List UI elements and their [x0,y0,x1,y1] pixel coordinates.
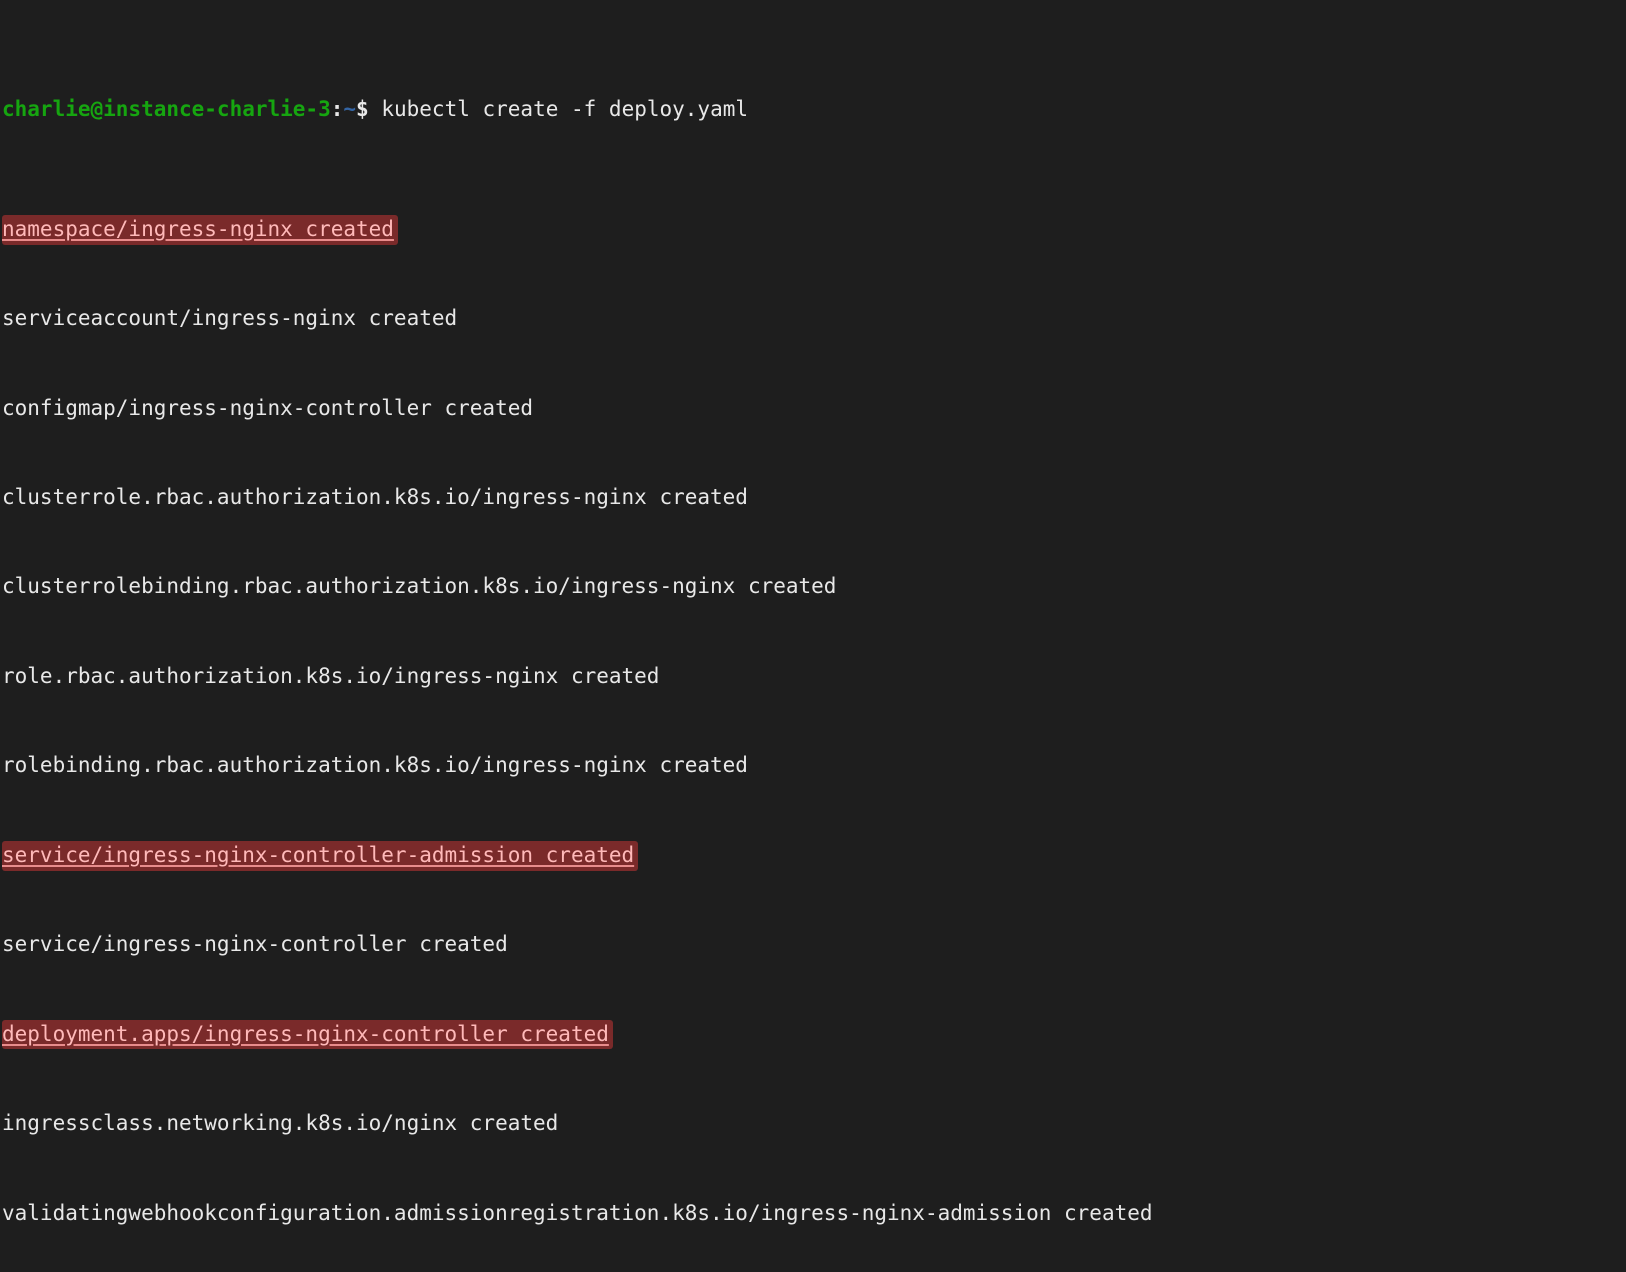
command-line: charlie@instance-charlie-3:~$ kubectl cr… [2,95,1626,125]
output-line: namespace/ingress-nginx created [2,215,1626,245]
output-text: serviceaccount/ingress-nginx created [2,306,457,330]
output-text: service/ingress-nginx-controller-admissi… [2,841,638,871]
output-line: rolebinding.rbac.authorization.k8s.io/in… [2,751,1626,781]
prompt-user-host: charlie@instance-charlie-3 [2,97,331,121]
output-line: role.rbac.authorization.k8s.io/ingress-n… [2,662,1626,692]
output-line: validatingwebhookconfiguration.admission… [2,1199,1626,1229]
output-line: clusterrolebinding.rbac.authorization.k8… [2,572,1626,602]
output-line: clusterrole.rbac.authorization.k8s.io/in… [2,483,1626,513]
prompt-tilde: ~ [343,97,356,121]
terminal-window[interactable]: charlie@instance-charlie-3:~$ kubectl cr… [0,0,1626,1272]
output-text: rolebinding.rbac.authorization.k8s.io/in… [2,753,748,777]
output-text: configmap/ingress-nginx-controller creat… [2,396,533,420]
output-text: deployment.apps/ingress-nginx-controller… [2,1020,613,1050]
output-line: configmap/ingress-nginx-controller creat… [2,394,1626,424]
output-text: service/ingress-nginx-controller created [2,932,508,956]
output-text: ingressclass.networking.k8s.io/nginx cre… [2,1111,558,1135]
output-line: deployment.apps/ingress-nginx-controller… [2,1020,1626,1050]
command-text: kubectl create -f deploy.yaml [381,97,748,121]
output-text: role.rbac.authorization.k8s.io/ingress-n… [2,664,659,688]
output-text: clusterrolebinding.rbac.authorization.k8… [2,574,836,598]
prompt-dollar: $ [356,97,369,121]
prompt-colon: : [331,97,344,121]
output-text: validatingwebhookconfiguration.admission… [2,1201,1153,1225]
output-line: service/ingress-nginx-controller created [2,930,1626,960]
output-text: clusterrole.rbac.authorization.k8s.io/in… [2,485,748,509]
output-line: service/ingress-nginx-controller-admissi… [2,841,1626,871]
output-line: serviceaccount/ingress-nginx created [2,304,1626,334]
output-text: namespace/ingress-nginx created [2,215,398,245]
output-line: ingressclass.networking.k8s.io/nginx cre… [2,1109,1626,1139]
